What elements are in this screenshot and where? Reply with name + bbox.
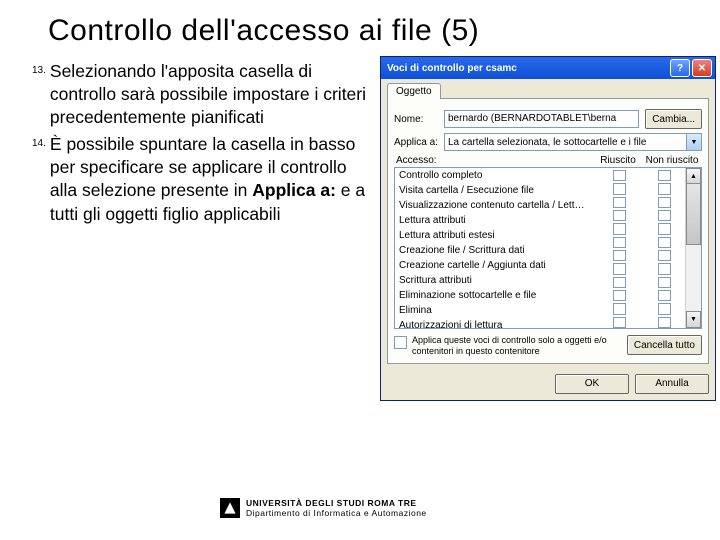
bullet-number: 14. (32, 133, 46, 225)
dialog-window: Voci di controllo per csamc ? ✕ Oggetto … (380, 56, 716, 401)
dialog-panel: Nome: bernardo (BERNARDOTABLET\berna Cam… (387, 98, 709, 364)
help-button[interactable]: ? (670, 59, 690, 77)
fail-checkbox[interactable] (658, 210, 671, 221)
permission-row: Elimina (395, 303, 595, 318)
success-checkbox[interactable] (613, 290, 626, 301)
permission-row: Visita cartella / Esecuzione file (395, 183, 595, 198)
fail-checkbox[interactable] (658, 263, 671, 274)
success-checkbox[interactable] (613, 277, 626, 288)
university-logo-icon (220, 498, 240, 518)
permission-row: Autorizzazioni di lettura (395, 318, 595, 329)
permission-row: Scrittura attributi (395, 273, 595, 288)
fail-checkbox[interactable] (658, 303, 671, 314)
access-label: Accesso: (394, 155, 594, 166)
content-area: 13. Selezionando l'apposita casella di c… (0, 56, 720, 401)
clear-all-button[interactable]: Cancella tutto (627, 335, 702, 355)
chevron-down-icon: ▼ (686, 134, 701, 150)
bullet-number: 13. (32, 60, 46, 129)
tab-object[interactable]: Oggetto (387, 83, 441, 99)
permission-row: Lettura attributi estesi (395, 228, 595, 243)
permission-row: Eliminazione sottocartelle e file (395, 288, 595, 303)
footer-line2: Dipartimento di Informatica e Automazion… (246, 508, 427, 518)
applies-label: Applica a: (394, 137, 444, 148)
success-checkbox[interactable] (613, 170, 626, 181)
column-fail: Non riuscito (642, 155, 702, 166)
applies-dropdown[interactable]: La cartella selezionata, le sottocartell… (444, 133, 702, 151)
fail-checkbox[interactable] (658, 290, 671, 301)
bullet-list: 13. Selezionando l'apposita casella di c… (32, 56, 380, 401)
fail-checkbox[interactable] (658, 237, 671, 248)
dialog-titlebar: Voci di controllo per csamc ? ✕ (381, 57, 715, 79)
permissions-listbox: Controllo completoVisita cartella / Esec… (394, 167, 702, 329)
success-checkbox[interactable] (613, 183, 626, 194)
scroll-down-icon[interactable]: ▼ (686, 311, 701, 328)
bullet-text: Selezionando l'apposita casella di contr… (50, 60, 374, 129)
success-checkbox[interactable] (613, 223, 626, 234)
name-field[interactable]: bernardo (BERNARDOTABLET\berna (444, 110, 639, 128)
ok-button[interactable]: OK (555, 374, 629, 394)
success-checkbox[interactable] (613, 317, 626, 328)
success-checkbox[interactable] (613, 237, 626, 248)
scroll-thumb[interactable] (686, 183, 701, 245)
fail-checkbox[interactable] (658, 277, 671, 288)
name-label: Nome: (394, 114, 444, 125)
permission-row: Creazione cartelle / Aggiunta dati (395, 258, 595, 273)
success-checkbox[interactable] (613, 250, 626, 261)
scrollbar[interactable]: ▲ ▼ (685, 168, 701, 328)
fail-checkbox[interactable] (658, 183, 671, 194)
page-title: Controllo dell'accesso ai file (5) (0, 0, 720, 56)
permission-row: Controllo completo (395, 168, 595, 183)
fail-checkbox[interactable] (658, 170, 671, 181)
bullet-text: È possibile spuntare la casella in basso… (50, 133, 374, 225)
success-checkbox[interactable] (613, 303, 626, 314)
footer-line1: UNIVERSITÀ DEGLI STUDI ROMA TRE (246, 498, 427, 508)
success-checkbox[interactable] (613, 263, 626, 274)
fail-checkbox[interactable] (658, 223, 671, 234)
success-checkbox[interactable] (613, 197, 626, 208)
column-success: Riuscito (594, 155, 642, 166)
footer: UNIVERSITÀ DEGLI STUDI ROMA TRE Dipartim… (220, 498, 427, 518)
fail-checkbox[interactable] (658, 250, 671, 261)
fail-checkbox[interactable] (658, 197, 671, 208)
close-button[interactable]: ✕ (692, 59, 712, 77)
cancel-button[interactable]: Annulla (635, 374, 709, 394)
permission-row: Creazione file / Scrittura dati (395, 243, 595, 258)
permission-row: Visualizzazione contenuto cartella / Let… (395, 198, 595, 213)
success-checkbox[interactable] (613, 210, 626, 221)
apply-only-checkbox[interactable] (394, 336, 407, 349)
fail-checkbox[interactable] (658, 317, 671, 328)
change-button[interactable]: Cambia... (645, 109, 702, 129)
dialog-title: Voci di controllo per csamc (387, 63, 517, 74)
apply-only-label: Applica queste voci di controllo solo a … (412, 335, 621, 357)
permission-row: Lettura attributi (395, 213, 595, 228)
